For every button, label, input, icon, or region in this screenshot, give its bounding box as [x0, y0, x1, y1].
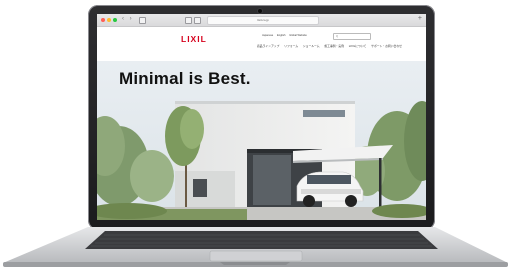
search-input[interactable]: Q: [333, 33, 371, 40]
nav-item-showroom[interactable]: ショールーム: [303, 44, 320, 48]
maximize-window-icon[interactable]: [113, 18, 117, 22]
utility-links: Japanese English Global Website: [262, 34, 310, 37]
hero-banner[interactable]: Minimal is Best.: [97, 61, 426, 220]
hero-title: Minimal is Best.: [119, 69, 251, 88]
share-icon[interactable]: [194, 17, 201, 24]
minimize-window-icon[interactable]: [107, 18, 111, 22]
site-header: LIXIL Japanese English Global Website Q …: [97, 27, 426, 61]
browser-toolbar: ‹ › lixil.co.jp +: [97, 14, 426, 27]
main-navigation: 商品ラインアップ リフォーム ショールーム 施工事例・実例 LIXILについて …: [257, 44, 406, 48]
nav-item-about[interactable]: LIXILについて: [349, 44, 367, 48]
nav-item-support[interactable]: サポート・お問い合わせ: [371, 44, 402, 48]
close-window-icon[interactable]: [101, 18, 105, 22]
address-bar[interactable]: lixil.co.jp: [207, 16, 319, 25]
camera-icon: [258, 9, 262, 13]
nav-item-reform[interactable]: リフォーム: [284, 44, 298, 48]
laptop-screen: ‹ › lixil.co.jp + LIXIL Japanese English…: [97, 14, 426, 220]
utility-link-japanese[interactable]: Japanese: [262, 34, 273, 37]
shield-icon[interactable]: [185, 17, 192, 24]
laptop-lid: ‹ › lixil.co.jp + LIXIL Japanese English…: [88, 5, 435, 230]
nav-item-cases[interactable]: 施工事例・実例: [324, 44, 344, 48]
laptop-base: [3, 227, 508, 267]
site-logo[interactable]: LIXIL: [181, 34, 207, 44]
utility-link-global[interactable]: Global Website: [289, 34, 307, 37]
sidebar-toggle-icon[interactable]: [139, 17, 146, 24]
utility-link-english[interactable]: English: [277, 34, 286, 37]
back-forward-arrows-icon[interactable]: ‹ ›: [122, 16, 134, 22]
nav-item-products[interactable]: 商品ラインアップ: [257, 44, 279, 48]
new-tab-icon[interactable]: +: [418, 15, 422, 22]
